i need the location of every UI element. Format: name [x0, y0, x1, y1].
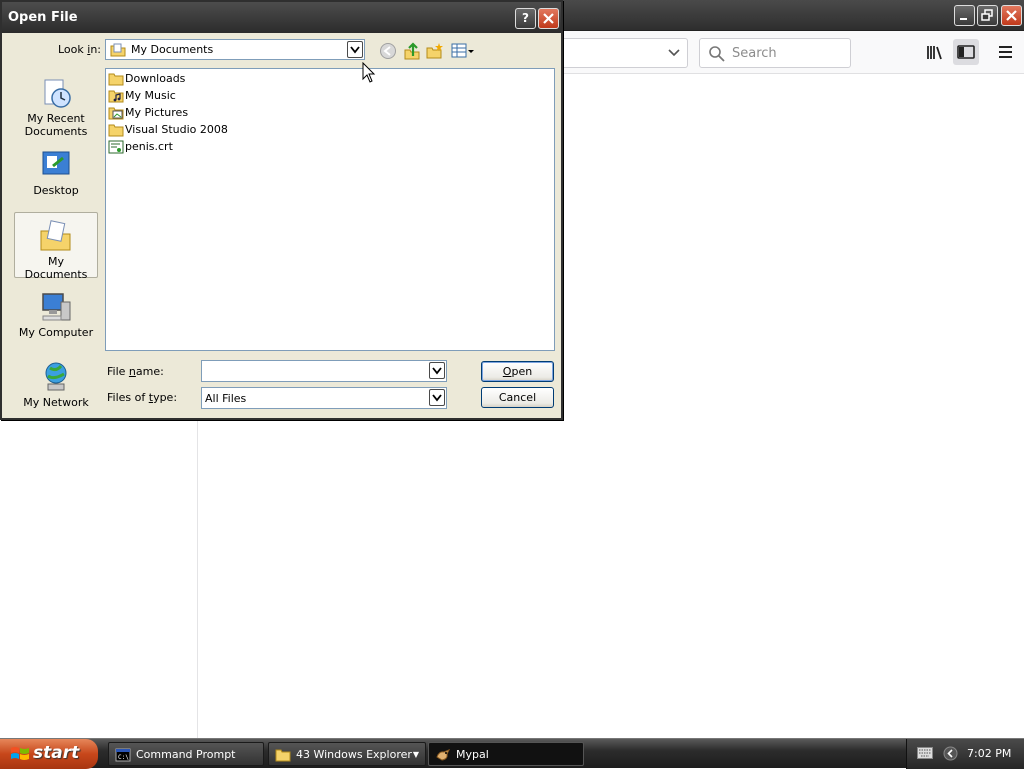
search-icon: [709, 46, 725, 62]
taskbar-item-command-prompt[interactable]: C:\ Command Prompt: [108, 742, 264, 766]
certificate-file-icon: [108, 140, 124, 154]
look-in-dropdown[interactable]: My Documents: [105, 39, 365, 60]
file-name-label: File name:: [107, 365, 164, 378]
desktop-icon: [42, 151, 70, 175]
close-icon: [1006, 10, 1017, 21]
taskbar-item-windows-explorer[interactable]: 43 Windows Explorer ▼: [268, 742, 426, 766]
my-network-icon: [45, 362, 67, 391]
place-my-network[interactable]: My Network: [14, 354, 98, 420]
my-computer-icon: [42, 293, 71, 321]
views-menu-icon[interactable]: [451, 42, 475, 60]
restore-button[interactable]: [977, 5, 998, 26]
my-documents-icon: [110, 43, 126, 57]
place-my-computer[interactable]: My Computer: [14, 284, 98, 350]
taskbar-item-mypal[interactable]: Mypal: [428, 742, 584, 766]
file-type-dropdown[interactable]: All Files: [201, 387, 447, 409]
folder-icon: [275, 749, 291, 762]
chevron-down-icon[interactable]: ▼: [413, 743, 419, 765]
close-icon: [543, 13, 554, 24]
minimize-button[interactable]: [954, 5, 975, 26]
place-my-recent-documents[interactable]: My Recent Documents: [14, 70, 98, 138]
sidebar-toggle-icon[interactable]: [953, 39, 979, 65]
place-desktop[interactable]: Desktop: [14, 142, 98, 208]
mypal-icon: [436, 749, 451, 761]
close-button[interactable]: [1001, 5, 1022, 26]
minimize-icon: [960, 18, 967, 20]
file-name-combobox[interactable]: [201, 360, 447, 382]
chevron-down-icon[interactable]: [429, 362, 445, 379]
recent-documents-icon: [44, 79, 71, 108]
library-icon[interactable]: [922, 39, 948, 65]
search-input[interactable]: [730, 43, 845, 63]
clock: 7:02 PM: [967, 747, 1012, 760]
file-name-input[interactable]: [204, 363, 424, 379]
up-folder-icon[interactable]: [403, 42, 421, 60]
dialog-titlebar[interactable]: Open File ?: [2, 2, 561, 33]
look-in-label: Look in:: [58, 43, 102, 56]
open-file-dialog: Open File ? Look in: My Documents My Rec…: [0, 0, 563, 420]
look-in-value: My Documents: [131, 43, 214, 56]
file-type-label: Files of type:: [107, 391, 178, 404]
restore-icon: [981, 9, 993, 21]
open-button[interactable]: Open: [481, 361, 554, 382]
cancel-button[interactable]: Cancel: [481, 387, 554, 408]
dialog-title: Open File: [8, 10, 78, 25]
folder-icon: [108, 124, 124, 137]
start-button[interactable]: start: [0, 739, 98, 769]
chevron-down-icon[interactable]: [347, 41, 363, 58]
help-button[interactable]: ?: [515, 8, 536, 29]
svg-text:C:\: C:\: [118, 754, 129, 761]
chevron-down-icon[interactable]: [429, 389, 445, 406]
places-bar: My Recent Documents Desktop My Documents…: [12, 68, 98, 409]
file-list[interactable]: Downloads My Music My Pictures Visual St…: [105, 68, 555, 351]
back-icon[interactable]: [379, 42, 397, 60]
place-my-documents[interactable]: My Documents: [14, 212, 98, 281]
pictures-folder-icon: [108, 107, 124, 120]
taskbar: start C:\ Command Prompt 43 Windows Expl…: [0, 738, 1024, 769]
mouse-cursor-icon: [362, 62, 376, 83]
keyboard-icon[interactable]: [917, 747, 933, 759]
windows-logo-icon: [11, 747, 29, 760]
system-tray: 7:02 PM: [906, 739, 1024, 769]
command-prompt-icon: C:\: [115, 748, 131, 762]
hamburger-menu-icon[interactable]: [993, 39, 1019, 65]
dialog-close-button[interactable]: [538, 8, 559, 29]
my-documents-icon: [40, 220, 71, 251]
show-hidden-icons-icon[interactable]: [943, 746, 958, 761]
new-folder-icon[interactable]: [426, 42, 444, 60]
music-folder-icon: [108, 90, 124, 103]
chevron-down-icon[interactable]: [667, 45, 681, 59]
search-box[interactable]: [699, 38, 851, 68]
question-icon: ?: [522, 11, 529, 25]
address-bar[interactable]: [555, 38, 688, 68]
file-type-value: All Files: [205, 392, 247, 405]
folder-icon: [108, 73, 124, 86]
